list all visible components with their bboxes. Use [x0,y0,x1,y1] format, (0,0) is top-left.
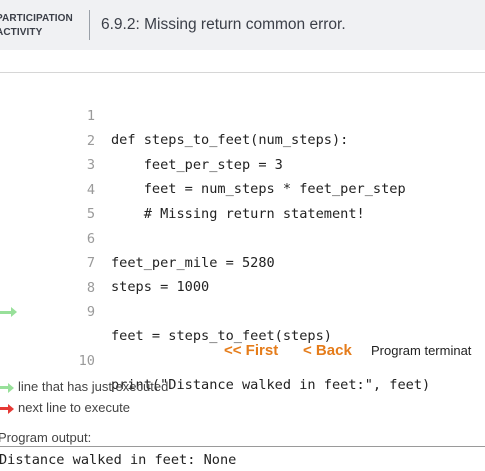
back-button[interactable]: < Back [303,342,352,359]
code-line: 3 feet = num_steps * feet_per_step [0,129,485,197]
code-line: 9 feet = steps_to_feet(steps) [0,276,485,344]
program-output-text: Distance walked in feet: None [0,452,237,468]
header-divider [89,10,90,40]
code-listing: 1 def steps_to_feet(num_steps): 2 feet_p… [0,80,485,393]
code-line: 4 # Missing return statement! [0,154,485,222]
green-arrow-icon [0,382,14,393]
program-status: Program terminat [371,343,472,358]
code-line: 2 feet_per_step = 3 [0,105,485,173]
legend-item-just-executed: line that has just executed [0,378,485,398]
divider [0,72,485,73]
activity-header: PARTICIPATION ACTIVITY 6.9.2: Missing re… [0,0,485,50]
activity-type-label: PARTICIPATION ACTIVITY [0,13,73,38]
activity-title: 6.9.2: Missing return common error. [101,16,346,33]
code-line: 7 steps = 1000 [0,227,485,295]
program-output-label: Program output: [0,430,92,445]
code-line: 8 [0,252,485,296]
code-line: 5 [0,178,485,222]
step-controls: << First < Back Program terminat [0,336,485,364]
legend-item-next-line: next line to execute [0,399,485,419]
output-divider [0,446,485,447]
first-button[interactable]: << First [224,342,278,359]
legend-label: line that has just executed [18,379,169,394]
just-executed-arrow-icon [0,306,17,317]
code-line-current: 10 print("Distance walked in feet:", fee… [0,301,485,393]
code-line: 6 feet_per_mile = 5280 [0,203,485,271]
code-line: 1 def steps_to_feet(num_steps): [0,80,485,148]
legend-label: next line to execute [18,400,131,415]
red-arrow-icon [0,403,14,414]
